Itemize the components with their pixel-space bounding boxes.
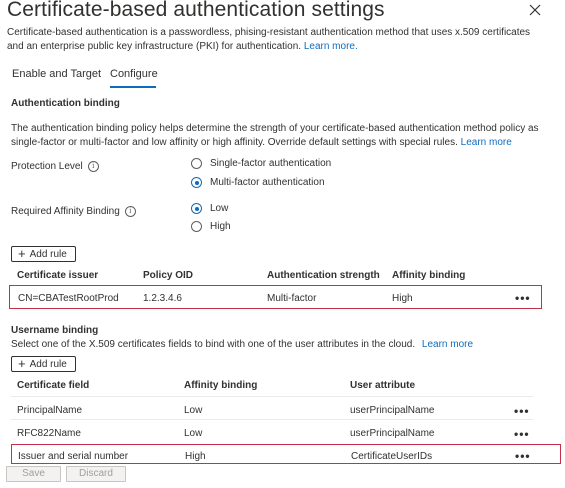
col-authentication-strength[interactable]: Authentication strength xyxy=(267,270,380,281)
col-affinity-binding[interactable]: Affinity binding xyxy=(184,380,257,391)
protection-level-label: Protection Level i xyxy=(11,161,99,172)
affinity-binding-label: Required Affinity Binding i xyxy=(11,206,136,217)
radio-affinity-low[interactable] xyxy=(191,203,202,214)
add-rule-label: Add rule xyxy=(29,249,67,260)
plus-icon: + xyxy=(18,356,26,371)
cell-authentication-strength: Multi-factor xyxy=(267,293,317,304)
cell-affinity-binding: High xyxy=(392,293,413,304)
username-binding-description-text: Select one of the X.509 certificates fie… xyxy=(11,339,416,350)
radio-multi-factor[interactable] xyxy=(191,177,202,188)
cell-affinity-binding: Low xyxy=(184,428,203,439)
col-certificate-issuer[interactable]: Certificate issuer xyxy=(17,270,98,281)
row-more-icon[interactable]: ••• xyxy=(514,405,530,417)
page-description: Certificate-based authentication is a pa… xyxy=(7,26,547,53)
col-certificate-field[interactable]: Certificate field xyxy=(17,380,89,391)
auth-binding-heading: Authentication binding xyxy=(11,98,120,109)
row-divider xyxy=(11,419,533,420)
cell-user-attribute: userPrincipalName xyxy=(350,405,435,416)
cell-certificate-issuer: CN=CBATestRootProd xyxy=(18,293,119,304)
col-affinity-binding[interactable]: Affinity binding xyxy=(392,270,465,281)
radio-affinity-high[interactable] xyxy=(191,221,202,232)
radio-affinity-high-label[interactable]: High xyxy=(210,221,231,232)
cell-certificate-field: PrincipalName xyxy=(17,405,83,416)
auth-binding-description-text: The authentication binding policy helps … xyxy=(11,123,539,148)
col-user-attribute[interactable]: User attribute xyxy=(350,380,415,391)
username-binding-heading: Username binding xyxy=(11,325,99,336)
col-policy-oid[interactable]: Policy OID xyxy=(143,270,193,281)
username-binding-description: Select one of the X.509 certificates fie… xyxy=(11,338,551,352)
radio-single-factor-label[interactable]: Single-factor authentication xyxy=(210,158,331,169)
table-header-divider xyxy=(11,396,533,397)
save-button[interactable]: Save xyxy=(6,466,61,482)
cell-certificate-field: RFC822Name xyxy=(17,428,81,439)
auth-binding-learn-more-link[interactable]: Learn more xyxy=(461,137,512,148)
radio-affinity-low-label[interactable]: Low xyxy=(210,203,228,214)
description-text: Certificate-based authentication is a pa… xyxy=(7,27,531,52)
add-username-rule-button[interactable]: + Add rule xyxy=(11,356,76,372)
discard-button[interactable]: Discard xyxy=(66,466,126,482)
table-row[interactable]: Issuer and serial number High Certificat… xyxy=(11,444,561,464)
more-options-icon[interactable]: ··· xyxy=(340,3,356,18)
page-title: Certificate-based authentication setting… xyxy=(7,0,385,21)
row-more-icon[interactable]: ••• xyxy=(515,450,531,462)
protection-level-text: Protection Level xyxy=(11,161,83,172)
radio-single-factor[interactable] xyxy=(191,158,202,169)
affinity-binding-text: Required Affinity Binding xyxy=(11,206,120,217)
cell-certificate-field: Issuer and serial number xyxy=(18,451,129,462)
add-rule-label: Add rule xyxy=(29,359,67,370)
row-more-icon[interactable]: ••• xyxy=(515,292,531,304)
cell-user-attribute: CertificateUserIDs xyxy=(351,451,433,462)
auth-binding-description: The authentication binding policy helps … xyxy=(11,122,551,149)
tab-active-indicator xyxy=(110,86,156,88)
tab-configure[interactable]: Configure xyxy=(110,68,158,80)
radio-multi-factor-label[interactable]: Multi-factor authentication xyxy=(210,177,325,188)
tab-enable-and-target[interactable]: Enable and Target xyxy=(12,68,101,80)
info-icon[interactable]: i xyxy=(87,161,99,172)
add-auth-rule-button[interactable]: + Add rule xyxy=(11,246,76,262)
close-icon[interactable] xyxy=(527,2,543,18)
table-row[interactable]: CN=CBATestRootProd 1.2.3.4.6 Multi-facto… xyxy=(9,285,542,309)
plus-icon: + xyxy=(18,246,26,261)
learn-more-link[interactable]: Learn more. xyxy=(304,41,358,52)
row-more-icon[interactable]: ••• xyxy=(514,428,530,440)
cell-policy-oid: 1.2.3.4.6 xyxy=(143,293,182,304)
cell-affinity-binding: High xyxy=(185,451,206,462)
info-icon[interactable]: i xyxy=(124,206,136,217)
username-binding-learn-more-link[interactable]: Learn more xyxy=(422,339,473,350)
cell-user-attribute: userPrincipalName xyxy=(350,428,435,439)
cell-affinity-binding: Low xyxy=(184,405,203,416)
